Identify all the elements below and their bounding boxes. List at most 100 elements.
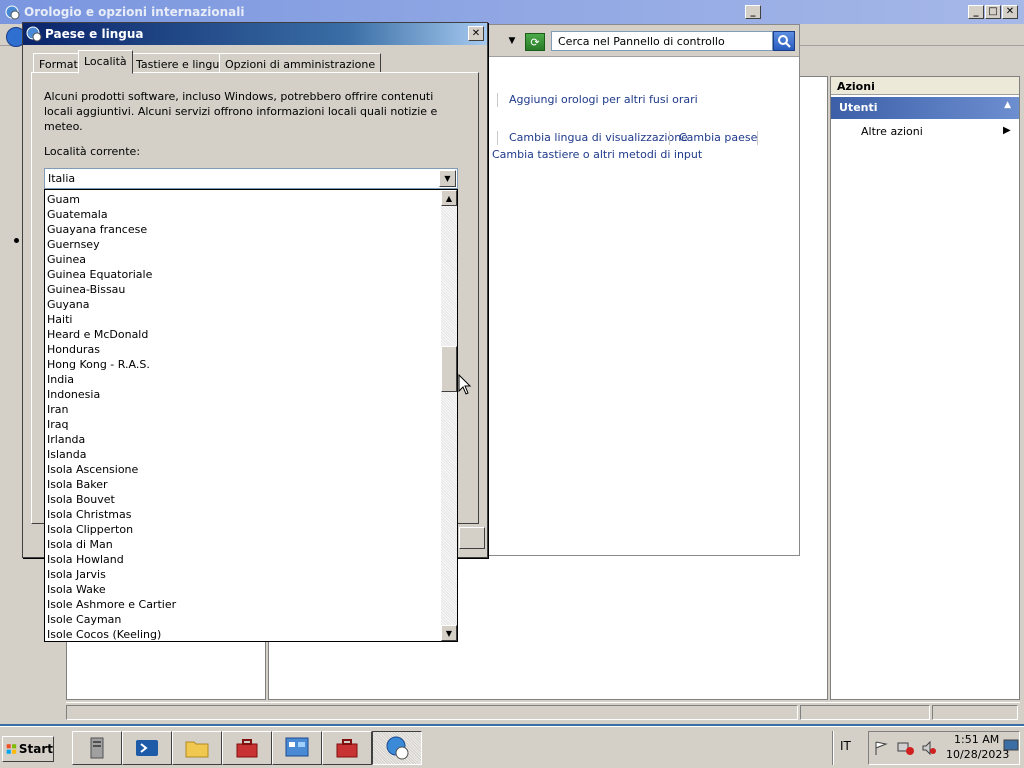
location-option[interactable]: Isola Baker [45, 477, 441, 492]
clock-date[interactable]: 10/28/2023 [946, 748, 1009, 761]
taskbar-toolbox-2[interactable] [322, 731, 372, 765]
cp-minimize-button[interactable]: _ [745, 5, 761, 19]
location-option[interactable]: Isole Cayman [45, 612, 441, 627]
dialog-close-button[interactable]: ✕ [468, 26, 484, 41]
location-option[interactable]: Isola di Man [45, 537, 441, 552]
volume-muted-icon[interactable] [921, 740, 937, 756]
toolbox-icon [336, 739, 358, 758]
location-option[interactable]: Irlanda [45, 432, 441, 447]
mmc-title: Orologio e opzioni internazionali [24, 5, 245, 19]
link-change-country[interactable]: Cambia paese [679, 131, 757, 144]
taskbar: Start IT 1:51 AM 10/28/2023 [0, 726, 1024, 768]
location-option[interactable]: Isole Ashmore e Cartier [45, 597, 441, 612]
cp-address-bar: _ ▼ ⟳ Cerca nel Pannello di controllo [461, 5, 799, 57]
location-option[interactable]: Guernsey [45, 237, 441, 252]
bullet-icon [14, 238, 19, 243]
tab-localita[interactable]: Località [78, 50, 133, 74]
file-explorer-icon [185, 741, 209, 758]
link-add-clocks[interactable]: Aggiungi orologi per altri fusi orari [509, 93, 698, 106]
status-cell [66, 705, 798, 720]
refresh-icon[interactable]: ⟳ [525, 33, 545, 51]
actions-section-label: Utenti [839, 101, 878, 114]
tab-amministrazione[interactable]: Opzioni di amministrazione [219, 53, 382, 73]
globe-clock-icon [26, 26, 42, 42]
scroll-up-icon[interactable]: ▲ [441, 190, 457, 206]
taskbar-server-manager[interactable] [72, 731, 122, 765]
altre-azioni-label: Altre azioni [861, 125, 923, 138]
taskbar-control-panel[interactable] [272, 731, 322, 765]
location-option[interactable]: Guatemala [45, 207, 441, 222]
location-option[interactable]: Haiti [45, 312, 441, 327]
location-option[interactable]: Isola Bouvet [45, 492, 441, 507]
flag-icon[interactable] [873, 740, 889, 756]
mmc-titlebar: Orologio e opzioni internazionali _ □ ✕ [0, 0, 1024, 24]
control-panel-icon [285, 737, 309, 757]
location-option[interactable]: Guinea [45, 252, 441, 267]
taskbar-region-settings[interactable] [372, 731, 422, 765]
separator [497, 131, 498, 145]
current-location-label: Località corrente: [44, 145, 141, 158]
location-option[interactable]: Isole Cocos (Keeling) [45, 627, 441, 641]
tab-tastiere[interactable]: Tastiere e lingue [130, 53, 233, 73]
location-option[interactable]: Guinea-Bissau [45, 282, 441, 297]
maximize-button[interactable]: □ [985, 5, 1001, 19]
location-option[interactable]: Isola Ascensione [45, 462, 441, 477]
close-button[interactable]: ✕ [1002, 5, 1018, 19]
location-option[interactable]: Indonesia [45, 387, 441, 402]
actions-section-utenti[interactable]: Utenti ▲ [831, 97, 1019, 119]
taskbar-powershell[interactable] [122, 731, 172, 765]
separator [669, 131, 670, 145]
location-option[interactable]: Iraq [45, 417, 441, 432]
minimize-button[interactable]: _ [968, 5, 984, 19]
altre-azioni-item[interactable]: Altre azioni [861, 125, 1011, 141]
scroll-thumb[interactable] [441, 346, 457, 392]
start-button[interactable]: Start [2, 736, 54, 762]
location-option[interactable]: Heard e McDonald [45, 327, 441, 342]
search-input[interactable]: Cerca nel Pannello di controllo [551, 31, 773, 51]
windows-logo-icon [6, 744, 17, 754]
collapse-up-icon[interactable]: ▲ [1004, 100, 1011, 110]
scroll-down-icon[interactable]: ▼ [441, 625, 457, 641]
taskbar-toolbox-1[interactable] [222, 731, 272, 765]
location-option[interactable]: Guayana francese [45, 222, 441, 237]
location-option[interactable]: Guinea Equatoriale [45, 267, 441, 282]
dialog-description: Alcuni prodotti software, incluso Window… [44, 90, 438, 133]
control-panel-window: _ ▼ ⟳ Cerca nel Pannello di controllo Ag… [460, 5, 800, 556]
location-option[interactable]: Islanda [45, 447, 441, 462]
taskbar-explorer[interactable] [172, 731, 222, 765]
location-option[interactable]: Isola Clipperton [45, 522, 441, 537]
clock-time[interactable]: 1:51 AM [954, 733, 999, 746]
location-option[interactable]: Isola Wake [45, 582, 441, 597]
location-option[interactable]: Hong Kong - R.A.S. [45, 357, 441, 372]
separator [497, 93, 498, 107]
location-option[interactable]: Isola Christmas [45, 507, 441, 522]
list-scrollbar[interactable]: ▲ ▼ [441, 190, 457, 641]
location-option[interactable]: India [45, 372, 441, 387]
location-option[interactable]: Guam [45, 192, 441, 207]
globe-clock-icon [386, 736, 409, 760]
show-desktop-icon[interactable] [1003, 739, 1019, 753]
location-option[interactable]: Isola Jarvis [45, 567, 441, 582]
location-option[interactable]: Isola Howland [45, 552, 441, 567]
location-dropdown-list[interactable]: Guam Guatemala Guayana francese Guernsey Gui… [44, 189, 458, 642]
dialog-button[interactable] [459, 527, 485, 549]
chevron-down-icon[interactable]: ▼ [505, 33, 519, 49]
location-option[interactable]: Guyana [45, 297, 441, 312]
start-label: Start [18, 742, 53, 756]
submenu-arrow-icon: ▶ [1003, 125, 1011, 136]
toolbox-icon [236, 739, 258, 758]
location-option[interactable]: Honduras [45, 342, 441, 357]
chevron-down-icon[interactable]: ▼ [439, 170, 456, 187]
link-display-language[interactable]: Cambia lingua di visualizzazione [509, 131, 688, 144]
network-error-icon[interactable] [897, 740, 915, 756]
language-indicator[interactable]: IT [840, 739, 851, 753]
dialog-titlebar: Paese e lingua ✕ [23, 23, 487, 45]
system-tray: 1:51 AM 10/28/2023 [868, 731, 1020, 765]
location-option[interactable]: Iran [45, 402, 441, 417]
taskbar-separator [832, 731, 834, 765]
location-combobox[interactable]: Italia ▼ [44, 168, 458, 189]
mouse-cursor-icon [458, 374, 472, 395]
location-selected-value: Italia [48, 172, 76, 185]
search-icon[interactable] [773, 31, 795, 51]
link-keyboards[interactable]: Cambia tastiere o altri metodi di input [492, 148, 702, 161]
